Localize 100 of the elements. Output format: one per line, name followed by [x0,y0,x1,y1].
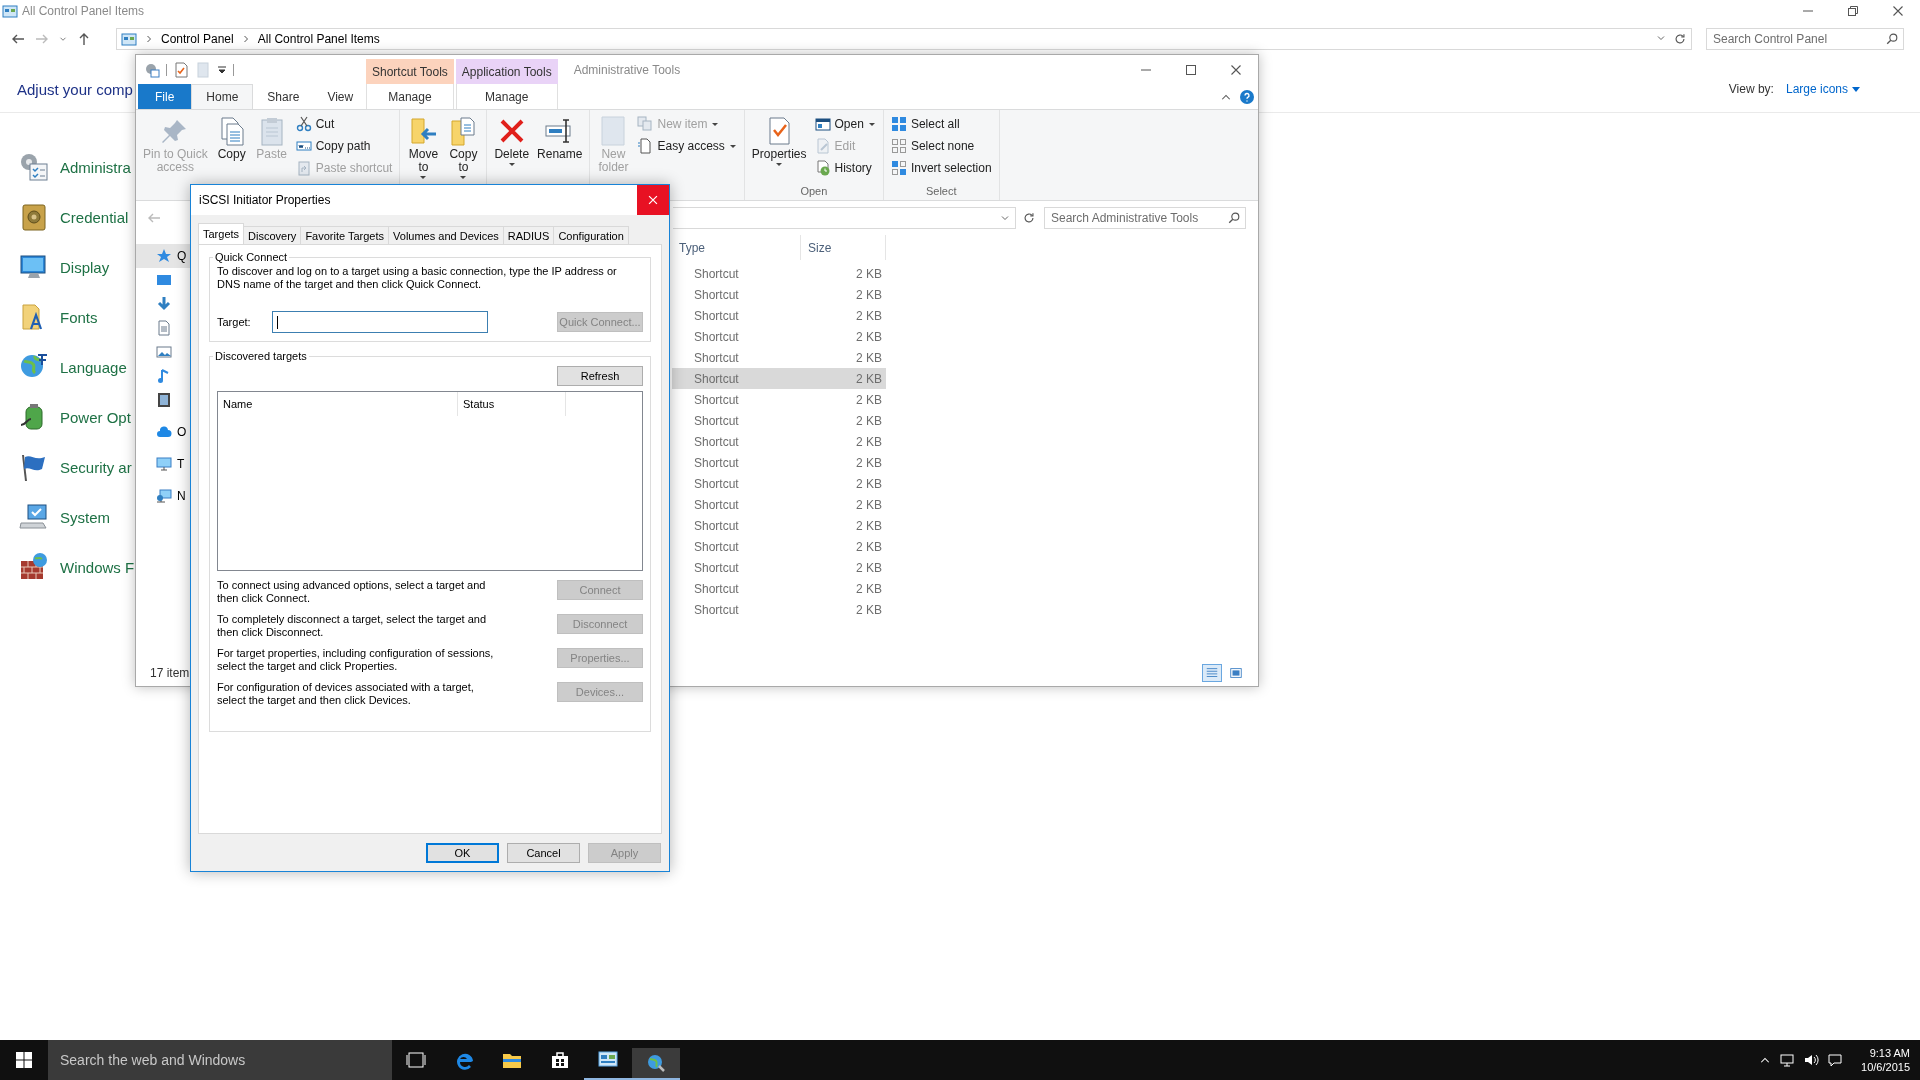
ribbon-button[interactable]: Move to [404,113,443,185]
address-bar[interactable]: Control Panel All Control Panel Items [116,28,1692,50]
group-label: Quick Connect [214,251,289,263]
caret-icon [459,175,468,180]
notification-icon[interactable] [1827,1052,1844,1068]
search-field[interactable]: Search the web and Windows [48,1040,392,1080]
tab[interactable]: Favorite Targets [301,226,390,244]
ribbon-button[interactable]: Open [811,113,879,135]
control-panel-link[interactable]: Power Opt [60,408,131,426]
control-panel-link[interactable]: Language [60,358,127,376]
ribbon-tab[interactable]: Home [191,84,254,109]
tab[interactable]: Targets [198,223,245,244]
table-cell-text: 2 KB [855,350,882,365]
column-header[interactable]: Name [218,392,458,416]
ribbon-button[interactable]: Properties [748,113,810,185]
nav-item[interactable]: O [136,420,190,444]
picture-icon [156,344,172,360]
breadcrumb-item[interactable]: All Control Panel Items [257,32,380,46]
file-row[interactable]: Shortcut 2 KB [672,599,886,620]
column-header[interactable]: Type [672,235,801,260]
view-by-dropdown[interactable]: Large icons [1785,82,1860,96]
table-cell-text: 2 KB [855,329,882,344]
ribbon-button[interactable]: Cut [292,113,396,135]
file-row[interactable]: Shortcut 2 KB [672,494,886,515]
ribbon-button[interactable]: Invert selection [887,157,995,179]
window-icon [814,116,831,132]
table-cell-text: 2 KB [855,287,882,302]
control-panel-link[interactable]: Display [60,258,110,276]
file-row[interactable]: Shortcut 2 KB [672,473,886,494]
checklist-icon[interactable] [173,61,189,78]
file-row[interactable]: Shortcut 2 KB [672,578,886,599]
control-panel-link[interactable]: Security ar [60,458,132,476]
view-button[interactable] [1202,664,1222,682]
ribbon-button[interactable]: Select none [887,135,995,157]
file-row[interactable]: Shortcut 2 KB [672,431,886,452]
control-panel-link[interactable]: Credential [60,208,129,226]
network-icon[interactable] [1779,1052,1796,1068]
table-cell-text: Shortcut [693,476,740,491]
help-icon[interactable] [1240,89,1254,104]
file-row[interactable]: Shortcut 2 KB [672,368,886,389]
file-row[interactable]: Shortcut 2 KB [672,536,886,557]
table-cell-text: Shortcut [693,266,740,281]
file-row[interactable]: Shortcut 2 KB [672,515,886,536]
table-cell-text: Shortcut [693,392,740,407]
tab[interactable]: Volumes and Devices [389,226,504,244]
ribbon-button[interactable]: Select all [887,113,995,135]
file-row[interactable]: Shortcut 2 KB [672,347,886,368]
column-header[interactable]: Status [458,392,566,416]
table-cell-text: Shortcut [693,602,740,617]
ribbon-tab[interactable]: View [313,84,368,109]
control-panel-link[interactable]: System [60,508,110,526]
control-panel-link[interactable]: Administra [60,158,131,176]
search-field[interactable]: Search Administrative Tools [1044,207,1246,229]
ribbon-button[interactable]: Rename [534,113,586,185]
file-row[interactable]: Shortcut 2 KB [672,410,886,431]
file-row[interactable]: Shortcut 2 KB [672,305,886,326]
tab[interactable]: Configuration [554,226,629,244]
ribbon-button[interactable]: History [811,157,879,179]
tab[interactable]: Discovery [244,226,302,244]
table-cell-text: 2 KB [855,266,882,281]
target-field[interactable] [272,311,488,333]
ribbon-button[interactable]: Easy access [634,135,740,157]
breadcrumb-item[interactable]: Control Panel [161,32,234,46]
search-icon[interactable] [1227,211,1241,225]
clock-date[interactable]: 10/6/2015 [1861,1060,1910,1074]
column-header[interactable]: Size [801,235,886,260]
search-icon[interactable] [1885,32,1899,46]
button[interactable]: Cancel [507,842,580,863]
dropdown-icon[interactable] [217,64,227,75]
search-field[interactable]: Search Control Panel [1706,28,1904,50]
table-cell-text: 2 KB [855,518,882,533]
ribbon-tab[interactable]: File [138,84,192,109]
control-panel-link[interactable]: Fonts [60,308,98,326]
file-row[interactable]: Shortcut 2 KB [672,557,886,578]
refresh-icon[interactable] [1022,211,1036,225]
tab[interactable]: RADIUS [503,226,555,244]
speaker-icon[interactable] [1803,1052,1820,1068]
file-row[interactable]: Shortcut 2 KB [672,389,886,410]
clock-time[interactable]: 9:13 AM [1869,1046,1910,1060]
tools-icon[interactable] [18,151,50,183]
file-row[interactable]: Shortcut 2 KB [672,284,886,305]
ribbon-button[interactable]: Delete [491,113,533,185]
ribbon-button[interactable]: Copy to [444,113,483,185]
ribbon-button[interactable]: Copy path [292,135,396,157]
nav-item[interactable]: T [136,452,190,476]
refresh-icon[interactable] [1673,32,1687,46]
properties-icon[interactable] [144,61,160,78]
ribbon-tab[interactable]: Share [253,84,314,109]
nav-item[interactable]: Q [136,244,190,268]
target-list[interactable]: Name Status [217,391,643,571]
file-row[interactable]: Shortcut 2 KB [672,263,886,284]
grid-icon [890,116,907,132]
file-row[interactable]: Shortcut 2 KB [672,326,886,347]
control-panel-icon [598,1049,618,1069]
nav-item[interactable]: N [136,484,190,508]
button[interactable]: Refresh [557,366,643,386]
control-panel-link[interactable]: Windows F [60,558,135,576]
ribbon-button[interactable]: Copy [212,113,251,185]
button[interactable]: OK [426,842,499,863]
file-row[interactable]: Shortcut 2 KB [672,452,886,473]
